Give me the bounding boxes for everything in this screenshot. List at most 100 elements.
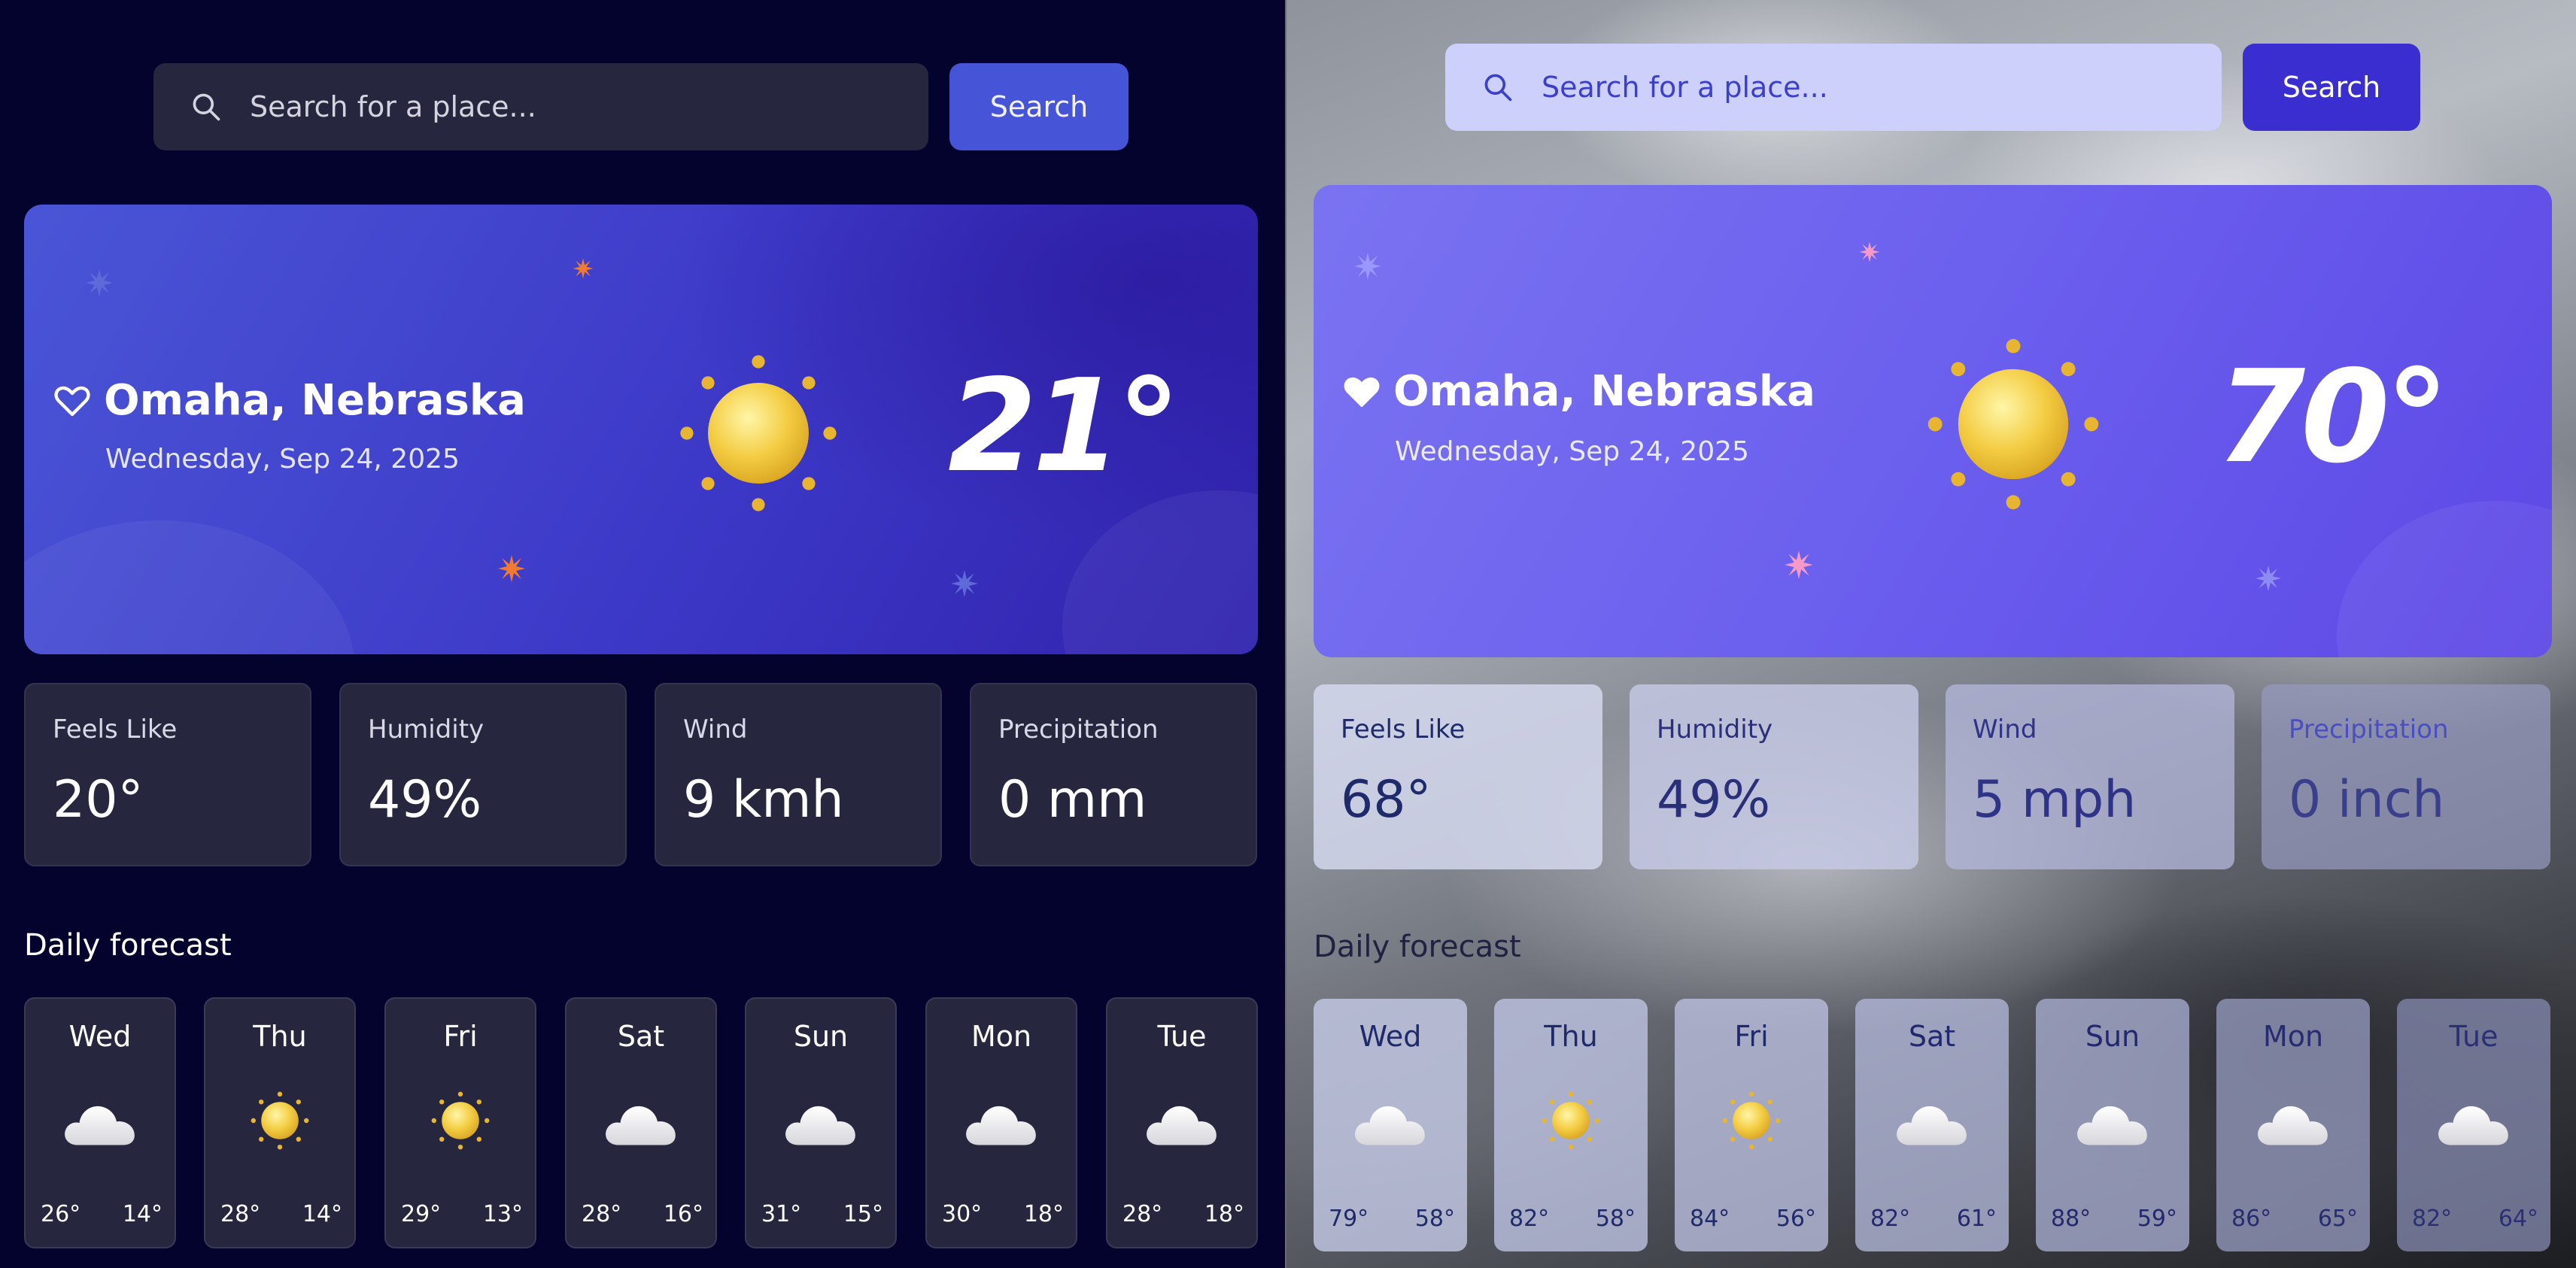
forecast-day-card: Mon 30° 18° [925, 997, 1077, 1248]
cloud-icon [779, 1097, 862, 1152]
current-temperature: 70° [2216, 343, 2450, 492]
search-placeholder: Search for a place... [1542, 71, 1828, 104]
forecast-high: 88° [2051, 1206, 2091, 1232]
forecast-day-name: Thu [1544, 1020, 1598, 1053]
forecast-day-card: Sun 88° 59° [2036, 999, 2189, 1251]
forecast-high: 84° [1690, 1206, 1730, 1232]
sun-icon [677, 352, 840, 514]
forecast-day-card: Thu 82° 58° [1494, 999, 1648, 1251]
sparkle-icon [2254, 564, 2283, 593]
forecast-high: 82° [1870, 1206, 1911, 1232]
current-date: Wednesday, Sep 24, 2025 [105, 444, 460, 475]
daily-forecast-title: Daily forecast [24, 928, 232, 963]
sparkle-icon [949, 569, 980, 599]
sun-icon [1924, 335, 2102, 513]
forecast-low: 15° [843, 1201, 883, 1227]
stat-label: Wind [1973, 714, 2037, 745]
current-weather-card: Omaha, Nebraska Wednesday, Sep 24, 2025 … [24, 205, 1258, 654]
search-placeholder: Search for a place... [250, 90, 536, 123]
sparkle-icon [497, 554, 527, 584]
stat-label: Precipitation [998, 714, 1159, 745]
cloud-icon [2071, 1097, 2154, 1152]
forecast-low: 64° [2498, 1206, 2538, 1232]
location-name: Omaha, Nebraska [104, 376, 526, 425]
favorite-heart-icon[interactable] [54, 384, 90, 417]
forecast-low: 58° [1595, 1206, 1636, 1232]
forecast-low: 16° [663, 1201, 703, 1227]
forecast-high: 28° [1122, 1201, 1163, 1227]
search-button[interactable]: Search [949, 63, 1129, 150]
sun-icon [1721, 1091, 1782, 1151]
favorite-heart-icon[interactable] [1344, 375, 1380, 408]
forecast-low: 14° [122, 1201, 163, 1227]
forecast-day-name: Fri [1734, 1020, 1769, 1053]
search-icon [193, 93, 220, 121]
stat-value: 5 mph [1973, 770, 2137, 830]
forecast-high: 30° [942, 1201, 983, 1227]
current-weather-card: Omaha, Nebraska Wednesday, Sep 24, 2025 … [1314, 185, 2552, 657]
forecast-day-card: Mon 86° 65° [2216, 999, 2370, 1251]
forecast-day-name: Fri [443, 1020, 478, 1053]
forecast-low: 65° [2317, 1206, 2358, 1232]
forecast-day-name: Sat [617, 1020, 665, 1053]
stat-label: Wind [683, 714, 748, 745]
forecast-day-name: Tue [1157, 1020, 1207, 1053]
stat-label: Humidity [368, 714, 485, 745]
forecast-day-name: Thu [253, 1020, 307, 1053]
forecast-high: 86° [2231, 1206, 2272, 1232]
wind-card: Wind 5 mph [1946, 684, 2234, 869]
stat-value: 49% [1657, 770, 1771, 830]
forecast-day-card: Sat 28° 16° [565, 997, 717, 1248]
forecast-low: 14° [302, 1201, 342, 1227]
forecast-day-card: Fri 84° 56° [1675, 999, 1828, 1251]
daily-forecast-title: Daily forecast [1314, 930, 1521, 964]
cloud-icon [59, 1097, 141, 1152]
stat-label: Humidity [1657, 714, 1773, 745]
forecast-high: 28° [582, 1201, 622, 1227]
forecast-day-name: Mon [971, 1020, 1032, 1053]
forecast-high: 82° [1509, 1206, 1550, 1232]
sparkle-icon [84, 268, 114, 298]
forecast-high: 79° [1329, 1206, 1369, 1232]
forecast-high: 31° [761, 1201, 802, 1227]
forecast-day-card: Sat 82° 61° [1855, 999, 2009, 1251]
search-input[interactable]: Search for a place... [1445, 44, 2222, 131]
stat-label: Feels Like [1341, 714, 1466, 745]
forecast-low: 58° [1414, 1206, 1455, 1232]
stat-value: 0 mm [998, 770, 1147, 830]
search-icon [1484, 74, 1512, 102]
feels-like-card: Feels Like 20° [24, 683, 311, 866]
forecast-low: 18° [1204, 1201, 1244, 1227]
forecast-high: 28° [220, 1201, 261, 1227]
cloud-icon [2432, 1097, 2515, 1152]
light-theme-panel: Search for a place... Search Omaha, Nebr… [1286, 0, 2576, 1268]
stat-value: 9 kmh [683, 770, 844, 830]
forecast-day-name: Mon [2262, 1020, 2324, 1053]
sparkle-icon [1783, 549, 1815, 581]
sun-icon [430, 1091, 491, 1151]
forecast-low: 61° [1956, 1206, 1997, 1232]
forecast-day-card: Thu 28° 14° [204, 997, 356, 1248]
stat-value: 49% [368, 770, 482, 830]
cloud-icon [1141, 1097, 1223, 1152]
forecast-day-name: Wed [1359, 1020, 1422, 1053]
forecast-low: 13° [482, 1201, 523, 1227]
cloud-icon [1349, 1097, 1432, 1152]
cloud-icon [600, 1097, 682, 1152]
current-temperature: 21° [948, 352, 1181, 501]
precipitation-card: Precipitation 0 inch [2262, 684, 2550, 869]
dark-theme-panel: Search for a place... Search Omaha, Nebr… [0, 0, 1285, 1268]
stat-value: 20° [53, 770, 144, 830]
forecast-day-card: Fri 29° 13° [384, 997, 536, 1248]
forecast-day-card: Sun 31° 15° [745, 997, 897, 1248]
search-input[interactable]: Search for a place... [153, 63, 928, 150]
cloud-icon [1891, 1097, 1973, 1152]
forecast-high: 29° [401, 1201, 442, 1227]
search-button[interactable]: Search [2243, 44, 2420, 131]
forecast-day-card: Tue 82° 64° [2397, 999, 2550, 1251]
cloud-icon [2252, 1097, 2334, 1152]
forecast-day-card: Wed 79° 58° [1314, 999, 1467, 1251]
forecast-day-name: Sun [2085, 1020, 2140, 1053]
forecast-high: 26° [41, 1201, 81, 1227]
forecast-low: 59° [2137, 1206, 2177, 1232]
